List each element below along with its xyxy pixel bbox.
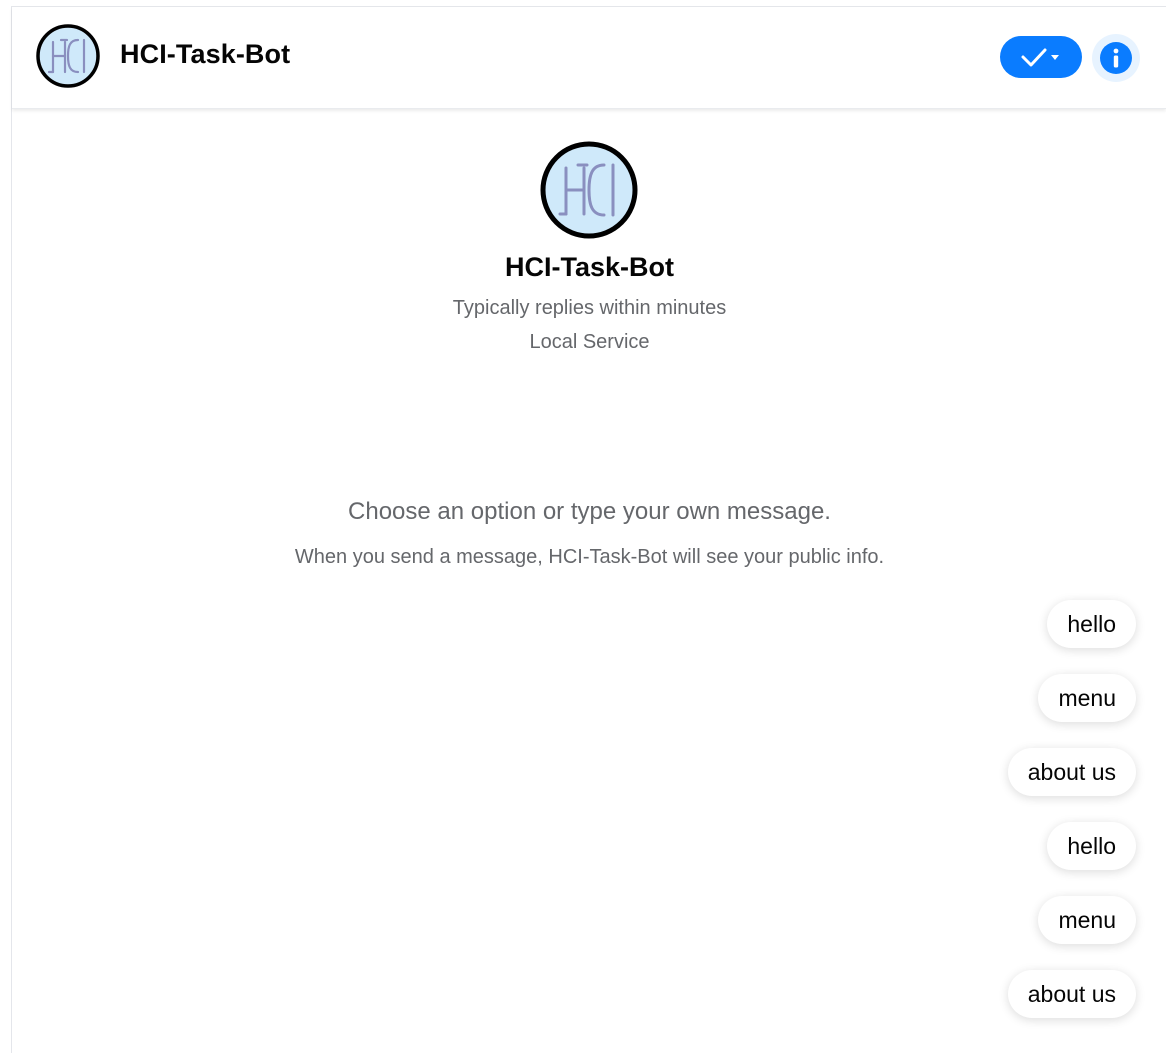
privacy-note: When you send a message, HCI-Task-Bot wi… bbox=[294, 546, 885, 568]
profile-avatar bbox=[539, 140, 639, 240]
bot-avatar[interactable] bbox=[36, 24, 100, 88]
info-icon bbox=[1100, 42, 1132, 74]
quick-reply-about-us[interactable]: about us bbox=[1007, 748, 1136, 796]
quick-replies: hello menu about us hello menu about us bbox=[1007, 600, 1136, 1044]
quick-reply-hello[interactable]: hello bbox=[1047, 600, 1136, 648]
hci-logo-icon bbox=[36, 24, 100, 88]
quick-reply-menu[interactable]: menu bbox=[1038, 674, 1136, 722]
response-time: Typically replies within minutes bbox=[452, 297, 727, 319]
hci-logo-icon bbox=[540, 141, 638, 239]
profile-name: HCI-Task-Bot bbox=[504, 252, 674, 282]
checkmark-dropdown-icon bbox=[1021, 48, 1059, 67]
prompt-title: Choose an option or type your own messag… bbox=[348, 498, 831, 525]
chat-header: HCI-Task-Bot bbox=[12, 7, 1166, 109]
page-category: Local Service bbox=[529, 331, 650, 353]
status-dropdown-button[interactable] bbox=[1000, 36, 1082, 78]
quick-reply-about-us[interactable]: about us bbox=[1007, 970, 1136, 1018]
info-button[interactable] bbox=[1092, 34, 1140, 82]
chat-window: HCI-Task-Bot HCI-Task-Bot Typically repl… bbox=[11, 6, 1166, 1053]
quick-reply-hello[interactable]: hello bbox=[1047, 822, 1136, 870]
quick-reply-menu[interactable]: menu bbox=[1038, 896, 1136, 944]
header-title: HCI-Task-Bot bbox=[120, 39, 291, 69]
